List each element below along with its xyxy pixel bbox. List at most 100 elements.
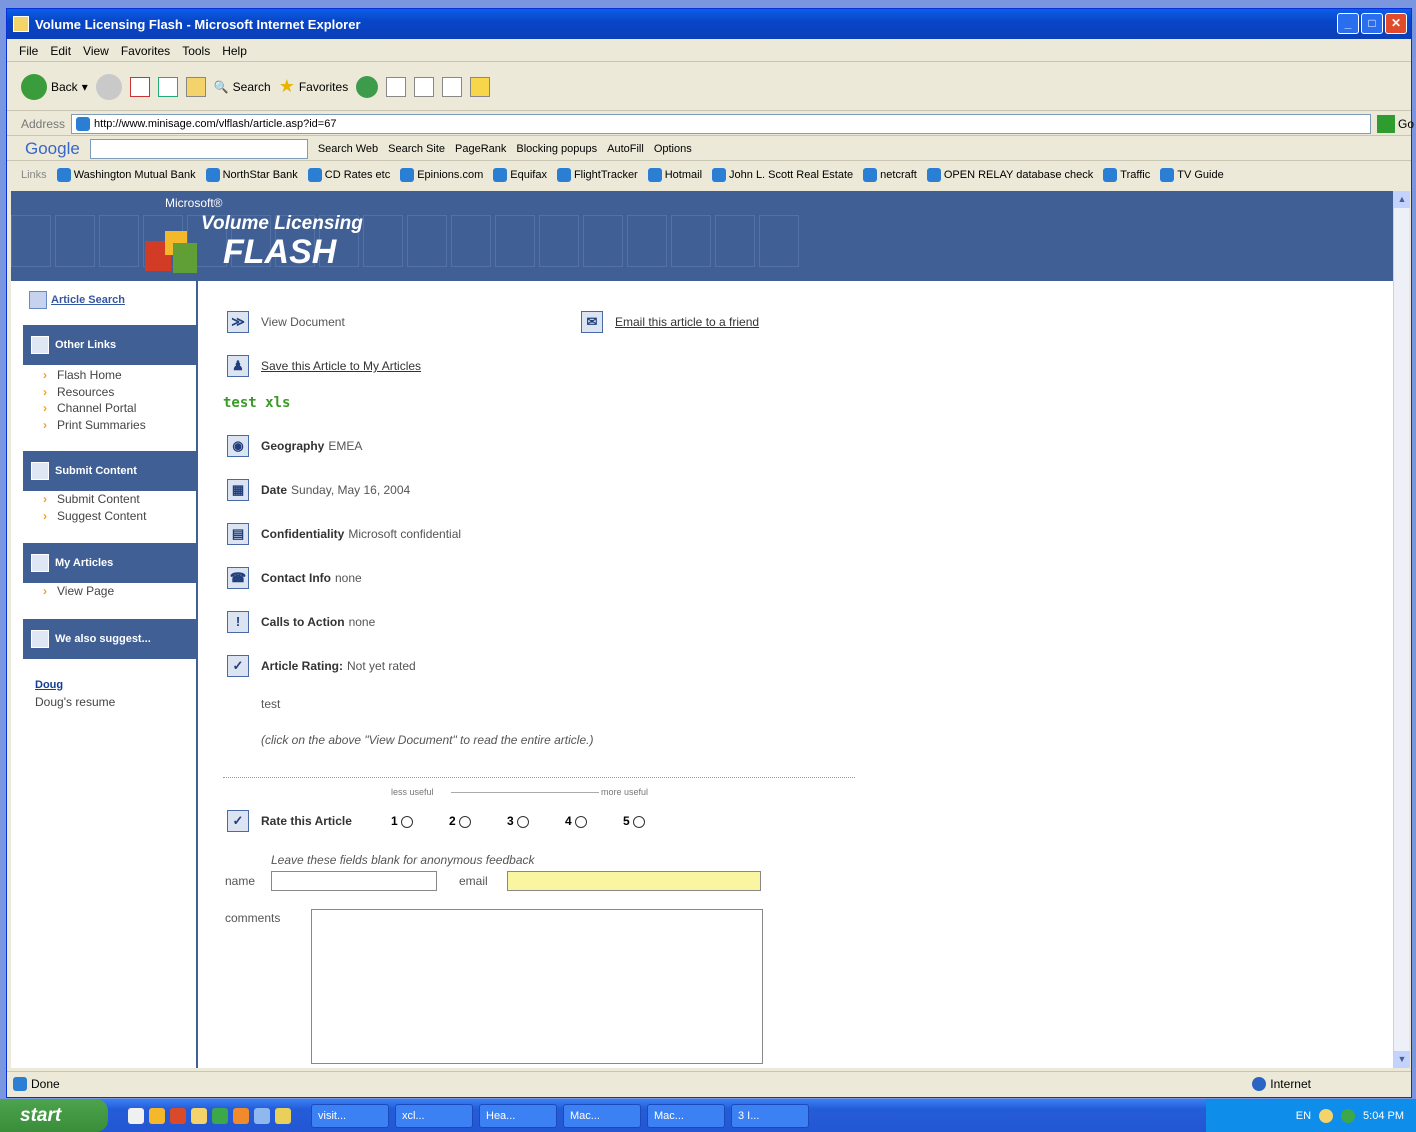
my-articles-list: View Page: [43, 583, 114, 600]
stop-button[interactable]: [129, 76, 150, 97]
checkmark-icon: ✓: [227, 810, 249, 832]
address-input[interactable]: http://www.minisage.com/vlflash/article.…: [71, 113, 1372, 134]
google-search-input[interactable]: [89, 138, 308, 159]
radio-button[interactable]: [632, 815, 645, 828]
scroll-down-icon[interactable]: ▼: [1394, 1051, 1410, 1068]
mail-button[interactable]: [386, 76, 407, 97]
favorites-button[interactable]: ★ Favorites: [279, 76, 349, 97]
back-arrow-icon: [21, 73, 47, 100]
link-item[interactable]: netcraft: [863, 168, 917, 182]
menu-edit[interactable]: Edit: [50, 44, 71, 58]
quick-launch-icon[interactable]: [212, 1107, 228, 1124]
email-label: email: [459, 874, 488, 888]
sidebar-item-flash-home[interactable]: Flash Home: [43, 367, 146, 384]
back-button[interactable]: Back ▾: [21, 73, 88, 100]
radio-button[interactable]: [458, 815, 471, 828]
taskbar-task[interactable]: visit...: [311, 1103, 389, 1128]
sidebar-item-submit-content[interactable]: Submit Content: [43, 491, 146, 508]
system-tray: EN 5:04 PM: [1206, 1099, 1416, 1132]
home-button[interactable]: [185, 76, 206, 97]
tray-icon[interactable]: [1341, 1108, 1356, 1123]
rate-option-4[interactable]: 4: [565, 814, 611, 828]
quick-launch-icon[interactable]: [254, 1107, 270, 1124]
calls-to-action-row: ! Calls to Action none: [227, 611, 375, 633]
options-button[interactable]: Options: [654, 143, 692, 155]
link-item[interactable]: NorthStar Bank: [205, 168, 298, 182]
taskbar-task[interactable]: Mac...: [647, 1103, 725, 1128]
messenger-button[interactable]: [470, 76, 491, 97]
link-item[interactable]: Hotmail: [647, 168, 702, 182]
quick-launch-icon[interactable]: [128, 1107, 144, 1124]
close-button[interactable]: ✕: [1385, 13, 1407, 34]
doug-link[interactable]: Doug: [35, 677, 115, 694]
link-item[interactable]: Equifax: [493, 168, 547, 182]
article-search-link[interactable]: Article Search: [29, 291, 125, 309]
save-article-link[interactable]: ♟ Save this Article to My Articles: [227, 355, 421, 377]
radio-button[interactable]: [574, 815, 587, 828]
comments-textarea[interactable]: [311, 909, 763, 1064]
email-input[interactable]: [507, 871, 761, 891]
link-item[interactable]: Traffic: [1103, 168, 1150, 182]
search-site-button[interactable]: Search Site: [388, 143, 445, 155]
refresh-button[interactable]: [157, 76, 178, 97]
google-logo[interactable]: Google: [25, 139, 80, 159]
email-article-link[interactable]: ✉ Email this article to a friend: [581, 311, 759, 333]
rate-option-5[interactable]: 5: [623, 814, 669, 828]
link-item[interactable]: Washington Mutual Bank: [56, 168, 196, 182]
link-item[interactable]: Epinions.com: [400, 168, 483, 182]
history-button[interactable]: [356, 75, 379, 98]
name-input[interactable]: [271, 871, 437, 891]
menu-file[interactable]: File: [19, 44, 38, 58]
star-icon: ★: [278, 76, 295, 96]
menu-favorites[interactable]: Favorites: [121, 44, 170, 58]
start-button[interactable]: start: [0, 1099, 108, 1132]
taskbar-task[interactable]: Hea...: [479, 1103, 557, 1128]
blocking-popups-button[interactable]: Blocking popups: [516, 143, 597, 155]
rate-option-3[interactable]: 3: [507, 814, 553, 828]
scale-line: [451, 792, 599, 793]
ie-page-icon: [712, 168, 727, 182]
maximize-button[interactable]: □: [1361, 13, 1383, 34]
quick-launch-icon[interactable]: [275, 1107, 291, 1124]
link-item[interactable]: John L. Scott Real Estate: [712, 168, 853, 182]
link-item[interactable]: TV Guide: [1160, 168, 1224, 182]
taskbar-task[interactable]: Mac...: [563, 1103, 641, 1128]
quick-launch-icon[interactable]: [149, 1107, 165, 1124]
menu-help[interactable]: Help: [222, 44, 247, 58]
quick-launch-icon[interactable]: [191, 1107, 207, 1124]
go-button[interactable]: Go: [1377, 114, 1414, 133]
sidebar-item-resources[interactable]: Resources: [43, 384, 146, 401]
edit-button[interactable]: [442, 76, 463, 97]
rate-option-2[interactable]: 2: [449, 814, 495, 828]
search-web-button[interactable]: Search Web: [318, 143, 378, 155]
rate-option-1[interactable]: 1: [391, 814, 437, 828]
taskbar-task[interactable]: xcl...: [395, 1103, 473, 1128]
tray-icon[interactable]: [1319, 1108, 1334, 1123]
taskbar-task[interactable]: 3 I...: [731, 1103, 809, 1128]
scroll-up-icon[interactable]: ▲: [1394, 191, 1410, 208]
minimize-button[interactable]: _: [1337, 13, 1359, 34]
print-button[interactable]: [414, 76, 435, 97]
quick-launch-icon[interactable]: [233, 1107, 249, 1124]
quick-launch-icon[interactable]: [170, 1107, 186, 1124]
radio-button[interactable]: [400, 815, 413, 828]
we-also-suggest-header: We also suggest...: [23, 619, 198, 659]
vertical-scrollbar[interactable]: ▲ ▼: [1393, 191, 1410, 1068]
menu-view[interactable]: View: [83, 44, 109, 58]
sidebar-item-view-page[interactable]: View Page: [43, 583, 114, 600]
language-indicator[interactable]: EN: [1296, 1110, 1311, 1122]
confidentiality-row: ▤ Confidentiality Microsoft confidential: [227, 523, 461, 545]
radio-button[interactable]: [516, 815, 529, 828]
search-button[interactable]: 🔍 Search: [214, 80, 271, 94]
link-item[interactable]: OPEN RELAY database check: [926, 168, 1093, 182]
sidebar-item-print-summaries[interactable]: Print Summaries: [43, 417, 146, 434]
menu-tools[interactable]: Tools: [182, 44, 210, 58]
link-item[interactable]: FlightTracker: [556, 168, 638, 182]
link-item[interactable]: CD Rates etc: [307, 168, 390, 182]
sidebar-item-suggest-content[interactable]: Suggest Content: [43, 508, 146, 525]
browser-window: Volume Licensing Flash - Microsoft Inter…: [6, 8, 1414, 1098]
forward-button[interactable]: [95, 73, 122, 100]
view-document-link[interactable]: ≫ View Document: [227, 311, 345, 333]
sidebar-item-channel-portal[interactable]: Channel Portal: [43, 400, 146, 417]
autofill-button[interactable]: AutoFill: [607, 143, 644, 155]
